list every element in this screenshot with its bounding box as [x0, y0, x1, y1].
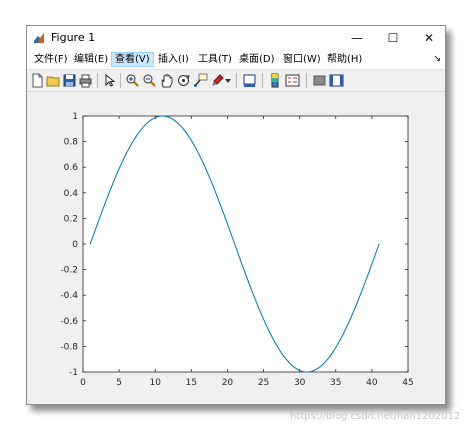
- y-tick-label: -0.4: [60, 291, 78, 301]
- y-tick-label: -0.6: [60, 317, 78, 327]
- y-tick-label: 0.2: [64, 214, 78, 224]
- x-tick-label: 15: [186, 378, 197, 388]
- x-tick-label: 20: [222, 378, 234, 388]
- zoom-out-icon[interactable]: [142, 73, 157, 88]
- menu-insert[interactable]: 插入(I): [155, 52, 192, 67]
- figure-toolbar: [27, 70, 445, 92]
- x-tick-label: 40: [366, 378, 378, 388]
- y-tick-label: 0: [72, 240, 78, 250]
- x-tick-label: 25: [258, 378, 269, 388]
- menu-window[interactable]: 窗口(W): [280, 52, 324, 67]
- menu-file[interactable]: 文件(F): [31, 52, 71, 67]
- brush-icon[interactable]: [210, 73, 225, 88]
- y-tick-label: 1: [72, 112, 78, 122]
- menu-desktop[interactable]: 桌面(D): [236, 52, 278, 67]
- toolbar-separator: [120, 73, 121, 88]
- toolbar-separator: [97, 73, 98, 88]
- y-tick-label: 0.6: [64, 163, 79, 173]
- window-title: Figure 1: [51, 31, 96, 44]
- zoom-in-icon[interactable]: [125, 73, 140, 88]
- x-tick-label: 10: [149, 378, 161, 388]
- menu-view[interactable]: 查看(V): [111, 52, 154, 67]
- new-figure-icon[interactable]: [30, 73, 45, 88]
- rotate-3d-icon[interactable]: [176, 73, 191, 88]
- y-tick-label: 0.8: [64, 138, 79, 148]
- sine-line-chart[interactable]: 0 5 10 15 20 25 30 35 40 45 -1 -0.8 -0.6 -0.4 -0.2 0 0.2…: [27, 92, 445, 404]
- open-file-icon[interactable]: [46, 73, 61, 88]
- pan-hand-icon[interactable]: [159, 73, 174, 88]
- x-tick-label: 35: [330, 378, 341, 388]
- print-icon[interactable]: [78, 73, 93, 88]
- y-tick-label: -0.8: [60, 342, 78, 352]
- select-arrow-icon[interactable]: [102, 73, 117, 88]
- y-tick-label: -0.2: [60, 266, 78, 276]
- figure-window: Figure 1 — ☐ ✕ 文件(F) 编辑(E) 查看(V) 插入(I) 工…: [26, 25, 446, 405]
- hide-plot-tools-icon[interactable]: [312, 73, 327, 88]
- menu-tools[interactable]: 工具(T): [195, 52, 235, 67]
- close-button[interactable]: ✕: [411, 26, 447, 50]
- toolbar-separator: [306, 73, 307, 88]
- insert-legend-icon[interactable]: [285, 73, 300, 88]
- menu-overflow-arrow[interactable]: ↘: [433, 54, 441, 64]
- x-tick-label: 5: [116, 378, 122, 388]
- watermark-text: https://blog.csdn.net/han1202012: [290, 411, 461, 422]
- x-tick-label: 30: [294, 378, 306, 388]
- matlab-logo-icon: [34, 33, 44, 43]
- y-tick-label: 0.4: [64, 189, 79, 199]
- minimize-button[interactable]: —: [339, 26, 375, 50]
- link-plot-icon[interactable]: [242, 73, 257, 88]
- brush-dropdown-icon[interactable]: [225, 78, 231, 84]
- menu-bar: 文件(F) 编辑(E) 查看(V) 插入(I) 工具(T) 桌面(D) 窗口(W…: [27, 50, 445, 70]
- y-tick-label: -1: [69, 368, 78, 378]
- data-cursor-icon[interactable]: [193, 73, 208, 88]
- title-bar[interactable]: Figure 1 — ☐ ✕: [27, 26, 445, 50]
- figure-canvas: 0 5 10 15 20 25 30 35 40 45 -1 -0.8 -0.6 -0.4 -0.2 0 0.2…: [27, 92, 445, 404]
- toolbar-separator: [236, 73, 237, 88]
- axes-box: [82, 115, 409, 373]
- menu-edit[interactable]: 编辑(E): [71, 52, 111, 67]
- maximize-button[interactable]: ☐: [375, 26, 411, 50]
- x-tick-label: 45: [402, 378, 413, 388]
- menu-help[interactable]: 帮助(H): [324, 52, 365, 67]
- insert-colorbar-icon[interactable]: [268, 73, 283, 88]
- save-icon[interactable]: [62, 73, 77, 88]
- show-plot-tools-icon[interactable]: [329, 73, 344, 88]
- x-tick-label: 0: [80, 378, 86, 388]
- toolbar-separator: [262, 73, 263, 88]
